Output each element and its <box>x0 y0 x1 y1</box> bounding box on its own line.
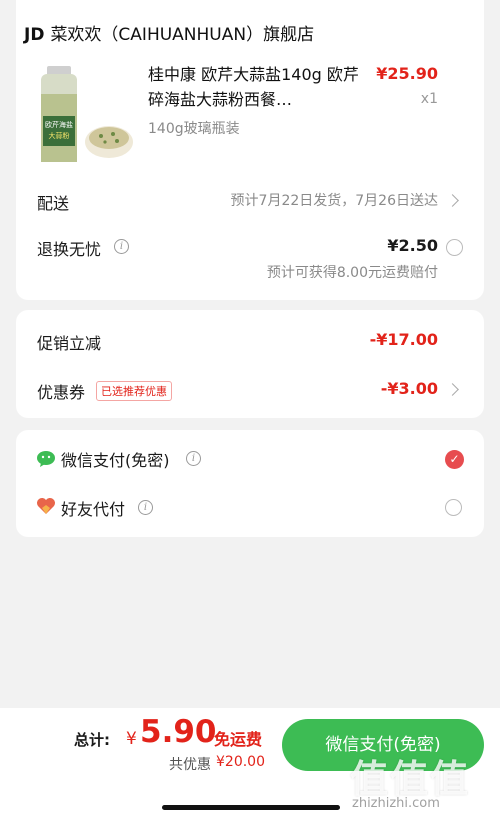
returns-label: 退换无忧 <box>37 240 102 259</box>
wechat-pay-radio-selected[interactable]: ✓ <box>445 450 464 469</box>
discount-amount: ¥20.00 <box>216 754 265 770</box>
product-thumbnail[interactable]: 欧芹海盐 大蒜粉 <box>37 64 133 164</box>
friend-pay-radio[interactable] <box>445 499 462 516</box>
total-currency: ¥ <box>126 729 137 749</box>
friend-pay-info-icon[interactable]: i <box>138 500 153 515</box>
friend-pay-icon <box>36 497 56 519</box>
total-label: 总计: <box>74 731 110 749</box>
wechat-pay-info-icon[interactable]: i <box>186 451 201 466</box>
promo-value: -¥17.00 <box>369 330 438 349</box>
product-title[interactable]: 桂中康 欧芹大蒜盐140g 欧芹碎海盐大蒜粉西餐… <box>148 62 368 112</box>
returns-note: 预计可获得8.00元运费赔付 <box>266 265 438 281</box>
store-name: 菜欢欢（CAIHUANHUAN）旗舰店 <box>50 25 315 45</box>
delivery-label: 配送 <box>37 194 70 213</box>
svg-text:欧芹海盐: 欧芹海盐 <box>45 120 73 129</box>
returns-radio[interactable] <box>446 239 463 256</box>
product-image: 欧芹海盐 大蒜粉 <box>37 64 133 164</box>
coupon-label: 优惠券 <box>37 383 86 402</box>
home-indicator[interactable] <box>162 805 340 810</box>
coupon-value[interactable]: -¥3.00 <box>381 379 438 398</box>
product-quantity: x1 <box>420 91 438 107</box>
store-title[interactable]: JD 菜欢欢（CAIHUANHUAN）旗舰店 <box>24 20 314 45</box>
returns-price: ¥2.50 <box>387 236 438 255</box>
svg-text:大蒜粉: 大蒜粉 <box>49 131 70 140</box>
total-amount: 5.90 <box>140 714 217 750</box>
coupon-tag: 已选推荐优惠 <box>96 381 172 401</box>
friend-pay-label[interactable]: 好友代付 <box>61 496 125 520</box>
product-price: ¥25.90 <box>376 64 438 83</box>
watermark-logo: 值值值 <box>350 757 471 801</box>
returns-info-icon[interactable]: i <box>114 239 129 254</box>
discount-card <box>16 310 484 418</box>
discount-label: 共优惠 <box>169 757 211 773</box>
jd-logo: JD <box>24 25 45 45</box>
wechat-pay-icon <box>37 450 57 472</box>
wechat-pay-label[interactable]: 微信支付(免密) <box>61 447 170 471</box>
product-variant: 140g玻璃瓶装 <box>148 121 240 137</box>
free-shipping-label: 免运费 <box>214 730 263 749</box>
promo-label: 促销立减 <box>37 334 102 353</box>
watermark-url: zhizhizhi.com <box>352 796 440 811</box>
delivery-estimate[interactable]: 预计7月22日发货，7月26日送达 <box>231 190 438 210</box>
